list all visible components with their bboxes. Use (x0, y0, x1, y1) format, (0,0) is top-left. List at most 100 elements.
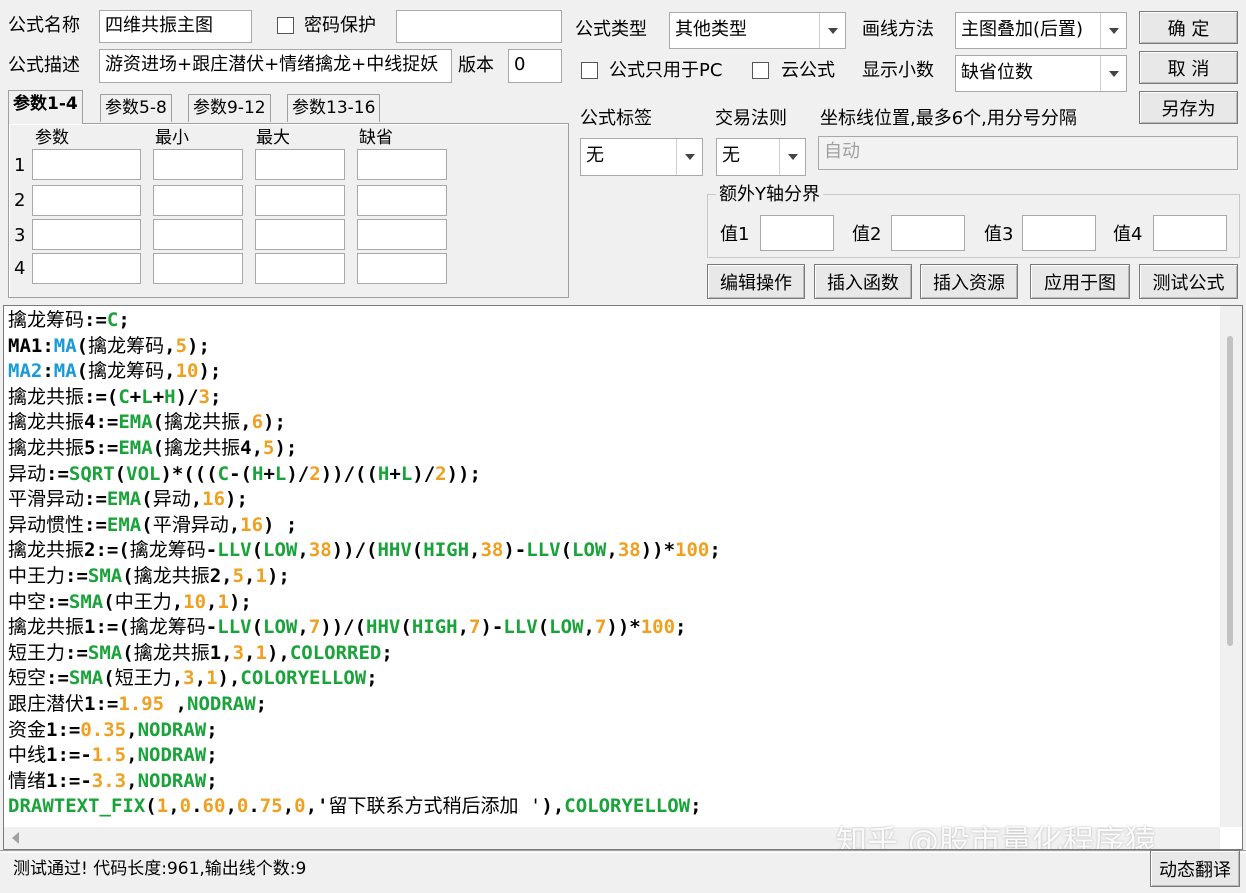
code-token: 7 (308, 616, 321, 639)
code-token: 擒龙筹码 (88, 360, 165, 383)
code-token: ); (263, 411, 286, 434)
code-token: , (469, 539, 481, 562)
edit-op-button[interactable]: 编辑操作 (707, 264, 805, 299)
code-token: - (205, 539, 218, 562)
code-token: ; (381, 641, 393, 664)
code-token: 1 (255, 641, 267, 664)
code-token: 1:=- (46, 744, 92, 767)
param-name-input[interactable] (32, 253, 141, 284)
param-default-input[interactable] (357, 185, 447, 216)
ok-button[interactable]: 确 定 (1139, 11, 1238, 44)
version-input[interactable]: 0 (508, 49, 562, 83)
code-token: , (164, 360, 176, 383)
code-token: 1:= (46, 718, 81, 741)
code-token: ( (141, 513, 153, 536)
cloud-checkbox[interactable] (752, 62, 769, 79)
code-text: 擒龙筹码:=C; MA1:MA(擒龙筹码,5); MA2:MA(擒龙筹码,10); 擒… (8, 308, 1216, 820)
pc-only-checkbox[interactable] (581, 62, 598, 79)
code-token: 100 (675, 539, 710, 562)
code-token: := (84, 513, 107, 536)
code-editor[interactable]: 擒龙筹码:=C; MA1:MA(擒龙筹码,5); MA2:MA(擒龙筹码,10); 擒… (3, 305, 1243, 850)
val1-input[interactable] (760, 215, 834, 251)
password-input[interactable] (396, 10, 562, 43)
code-token: , (190, 488, 203, 511)
cancel-button[interactable]: 取 消 (1139, 51, 1238, 84)
code-line: 中线1:=-1.5,NODRAW; (8, 743, 1216, 769)
scrollbar-thumb[interactable] (1227, 336, 1233, 646)
param-name-input[interactable] (32, 219, 141, 250)
formula-desc-label: 公式描述 (8, 55, 80, 76)
code-token: , (171, 667, 184, 690)
code-token: )- (503, 539, 527, 562)
code-token: SMA (68, 667, 104, 690)
code-token: C (106, 309, 119, 331)
axis-pos-input[interactable]: 自动 (818, 136, 1238, 170)
param-min-input[interactable] (153, 219, 243, 250)
param-max-input[interactable] (255, 219, 345, 250)
code-token: 3.3 (91, 769, 127, 792)
formula-type-select[interactable]: 其他类型 (669, 12, 846, 49)
code-token: 7 (469, 616, 481, 639)
formula-desc-input[interactable]: 游资进场+跟庄潜伏+情绪擒龙+中线捉妖 (99, 49, 452, 83)
code-token: :=( (84, 385, 119, 408)
code-token: 1, (209, 641, 233, 664)
vertical-scrollbar[interactable] (1220, 306, 1242, 827)
draw-method-select[interactable]: 主图叠加(后置) (955, 12, 1127, 49)
code-token: , (244, 641, 256, 664)
code-token: ); (225, 488, 248, 511)
code-token: ), (217, 667, 241, 690)
param-name-input[interactable] (32, 185, 141, 216)
param-max-input[interactable] (255, 253, 345, 284)
code-token: ; (255, 692, 268, 715)
trade-rule-select[interactable]: 无 (716, 138, 806, 176)
insert-resource-button[interactable]: 插入资源 (920, 264, 1018, 299)
insert-function-button[interactable]: 插入函数 (814, 264, 912, 299)
code-token: 擒龙共振 (164, 436, 241, 459)
param-max-input[interactable] (255, 149, 345, 180)
param-name-input[interactable] (32, 149, 141, 180)
code-token: 异动 (8, 462, 47, 485)
apply-to-chart-button[interactable]: 应用于图 (1030, 264, 1130, 299)
param-default-input[interactable] (357, 253, 447, 284)
scroll-left-icon[interactable] (12, 832, 19, 844)
code-token: LOW (263, 539, 298, 562)
code-token: ; (366, 667, 378, 690)
code-token: := (65, 564, 88, 587)
formula-name-label: 公式名称 (8, 15, 80, 36)
password-checkbox[interactable] (277, 17, 294, 34)
param-default-input[interactable] (357, 219, 447, 250)
tab-params-1-4[interactable]: 参数1-4 (8, 90, 83, 124)
formula-name-input[interactable]: 四维共振主图 (99, 10, 252, 43)
code-token: SMA (87, 564, 123, 587)
code-token: 4:= (84, 411, 119, 434)
val4-input[interactable] (1153, 215, 1227, 251)
code-token: ,' (305, 795, 329, 818)
val3-input[interactable] (1022, 215, 1096, 251)
dynamic-translate-button[interactable]: 动态翻译 (1150, 850, 1240, 887)
formula-tag-value: 无 (586, 145, 604, 166)
code-token: , (206, 590, 218, 613)
code-token: COLORYELLOW (240, 667, 367, 690)
code-token: LLV (503, 616, 538, 639)
param-min-input[interactable] (153, 149, 243, 180)
code-token: 4, (240, 436, 264, 459)
code-token: VOL (126, 462, 161, 485)
save-as-button[interactable]: 另存为 (1139, 91, 1238, 124)
tab-params-13-16[interactable]: 参数13-16 (287, 94, 381, 122)
param-min-input[interactable] (153, 253, 243, 284)
formula-tag-select[interactable]: 无 (580, 138, 703, 176)
tab-params-5-8[interactable]: 参数5-8 (100, 94, 172, 122)
test-formula-button[interactable]: 测试公式 (1139, 264, 1238, 299)
param-max-input[interactable] (255, 185, 345, 216)
code-token: C (217, 462, 230, 485)
param-min-input[interactable] (153, 185, 243, 216)
code-line: 异动:=SQRT(VOL)*(((C-(H+L)/2))/((H+L)/2)); (8, 462, 1216, 488)
code-token: 2 (309, 462, 321, 485)
val2-input[interactable] (891, 215, 965, 251)
tab-params-9-12[interactable]: 参数9-12 (188, 94, 271, 122)
extra-y-label: 额外Y轴分界 (716, 183, 823, 207)
decimals-select[interactable]: 缺省位数 (955, 55, 1127, 92)
param-default-input[interactable] (357, 149, 447, 180)
code-token: NODRAW (137, 744, 207, 767)
code-token: , (194, 667, 207, 690)
